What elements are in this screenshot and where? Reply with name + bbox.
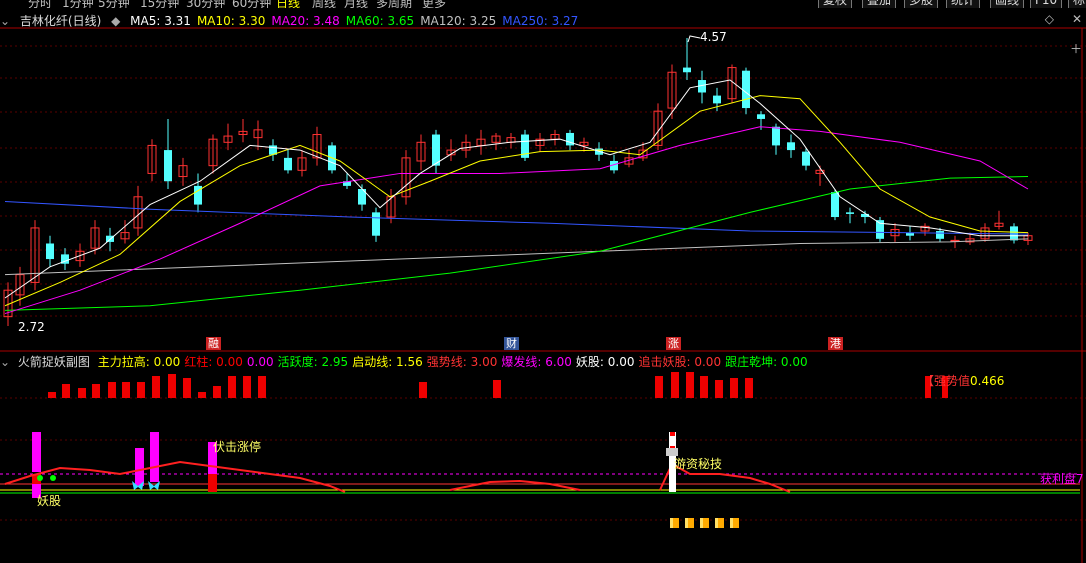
candle-body	[742, 70, 750, 109]
scroll-handle[interactable]: ＋	[1070, 40, 1082, 57]
indicator-red-bar	[258, 376, 266, 398]
indicator-red-bar	[168, 374, 176, 398]
rocket-icon	[670, 432, 675, 436]
ma-legend-item: MA250: 3.27	[502, 14, 579, 28]
candle-body	[713, 95, 721, 104]
indicator-red-bar	[183, 378, 191, 398]
indicator-red-bar	[655, 376, 663, 398]
event-marker[interactable]: 融	[206, 337, 221, 350]
collapse-icon[interactable]: ⌄	[0, 14, 10, 28]
indicator-red-bar	[137, 382, 145, 398]
indicator-magenta-bar	[32, 432, 41, 472]
indicator-red-bar	[700, 376, 708, 398]
ma5-line	[4, 79, 1028, 299]
event-marker[interactable]: 涨	[666, 337, 681, 350]
indicator-value: 红柱: 0.00	[184, 355, 243, 369]
demon-stock-label: 妖股	[37, 494, 62, 508]
candle-body	[1010, 226, 1018, 241]
candle-body	[772, 126, 780, 146]
ma-legend-item: MA10: 3.30	[196, 14, 266, 28]
low-price-label: 2.72	[18, 320, 45, 334]
indicator-red-bar	[730, 378, 738, 398]
indicator-red-bar	[48, 392, 56, 398]
indicator-red-bar	[92, 384, 100, 398]
ambush-limit-up-label: 伏击涨停	[213, 440, 262, 454]
activity-curve	[4, 460, 346, 493]
candle-body	[683, 67, 691, 73]
event-marker[interactable]: 港	[828, 337, 843, 350]
indicator-legend: ⌄ 火箭捉妖副图 主力拉高: 0.00 红柱: 0.00 0.00 活跃度: 2.95…	[0, 353, 816, 369]
candle-body	[802, 151, 810, 166]
activity-curve	[449, 479, 581, 491]
candle-body	[432, 134, 440, 166]
close-icon[interactable]: ✕	[1072, 12, 1082, 26]
candlestick-chart[interactable]	[0, 0, 1086, 563]
indicator-red-bar	[419, 382, 427, 398]
chart-options-icon[interactable]: ◇	[1045, 12, 1054, 26]
indicator-value: 追击妖股: 0.00	[638, 355, 722, 369]
ma250-line	[4, 200, 1029, 235]
indicator-red-bar	[213, 386, 221, 398]
indicator-name[interactable]: 火箭捉妖副图	[18, 355, 90, 369]
indicator-value: 主力拉高: 0.00	[97, 355, 181, 369]
gold-bar	[670, 518, 673, 528]
ma60-line	[4, 176, 1029, 311]
indicator-value: 0.00	[246, 355, 274, 369]
indicator-red-bar	[228, 376, 236, 398]
high-marker	[687, 35, 701, 43]
candle-body	[46, 243, 54, 260]
gold-bar	[685, 518, 688, 528]
signal-dot	[50, 475, 56, 481]
candle-body	[787, 142, 795, 151]
indicator-red-bar	[122, 382, 130, 398]
indicator-red-bar	[745, 378, 753, 398]
indicator-value: 启动线: 1.56	[352, 355, 423, 369]
candle-body	[372, 212, 380, 236]
candle-body	[831, 192, 839, 218]
ma-legend-item: MA20: 3.48	[271, 14, 340, 28]
butterfly-icon	[148, 481, 160, 490]
gold-bar	[700, 518, 703, 528]
gold-bar	[715, 518, 718, 528]
indicator-value: 强势线: 3.00	[426, 355, 498, 369]
indicator-value: 活跃度: 2.95	[277, 355, 349, 369]
indicator-magenta-bar	[135, 448, 144, 486]
ma-legend-item: MA60: 3.65	[345, 14, 415, 28]
profit-label: 获利盘7	[1040, 472, 1084, 486]
indicator-red-bar	[108, 382, 116, 398]
indicator-magenta-bar	[150, 432, 159, 482]
indicator-value: 跟庄乾坤: 0.00	[725, 355, 808, 369]
indicator-red-bar	[78, 388, 86, 398]
indicator-red-bar	[62, 384, 70, 398]
candle-body	[846, 212, 854, 214]
indicator-red-bar	[671, 372, 679, 398]
stock-title[interactable]: 吉林化纤(日线)	[20, 14, 101, 28]
settings-icon[interactable]: ◆	[111, 14, 120, 28]
candle-body	[284, 157, 292, 171]
candle-body	[757, 114, 765, 119]
indicator-red-bar	[493, 380, 501, 398]
candle-body	[164, 150, 172, 182]
indicator-red-bar	[686, 372, 694, 398]
ma-legend-item: MA120: 3.25	[420, 14, 497, 28]
indicator-red-bar	[243, 376, 251, 398]
ma-legend-item: MA5: 3.31	[130, 14, 191, 28]
candle-body	[936, 231, 944, 239]
indicator-collapse-icon[interactable]: ⌄	[0, 355, 10, 369]
indicator-value: 妖股: 0.00	[575, 355, 635, 369]
gold-bar	[730, 518, 733, 528]
indicator-red-bar	[715, 380, 723, 398]
event-marker[interactable]: 财	[504, 337, 519, 350]
hot-money-label: 游资秘技	[674, 457, 723, 471]
indicator-value: 爆发线: 6.00	[501, 355, 572, 369]
main-chart-legend: ⌄ 吉林化纤(日线) ◆ MA5: 3.31 MA10: 3.30 MA20: 3.…	[0, 12, 590, 28]
strength-label: 【强势值0.466	[922, 374, 1005, 388]
indicator-red-bar	[198, 392, 206, 398]
indicator-red-bar	[208, 474, 217, 492]
ma120-line	[4, 238, 1029, 276]
high-price-label: 4.57	[700, 30, 727, 44]
signal-dot	[37, 475, 43, 481]
indicator-red-bar	[152, 376, 160, 398]
